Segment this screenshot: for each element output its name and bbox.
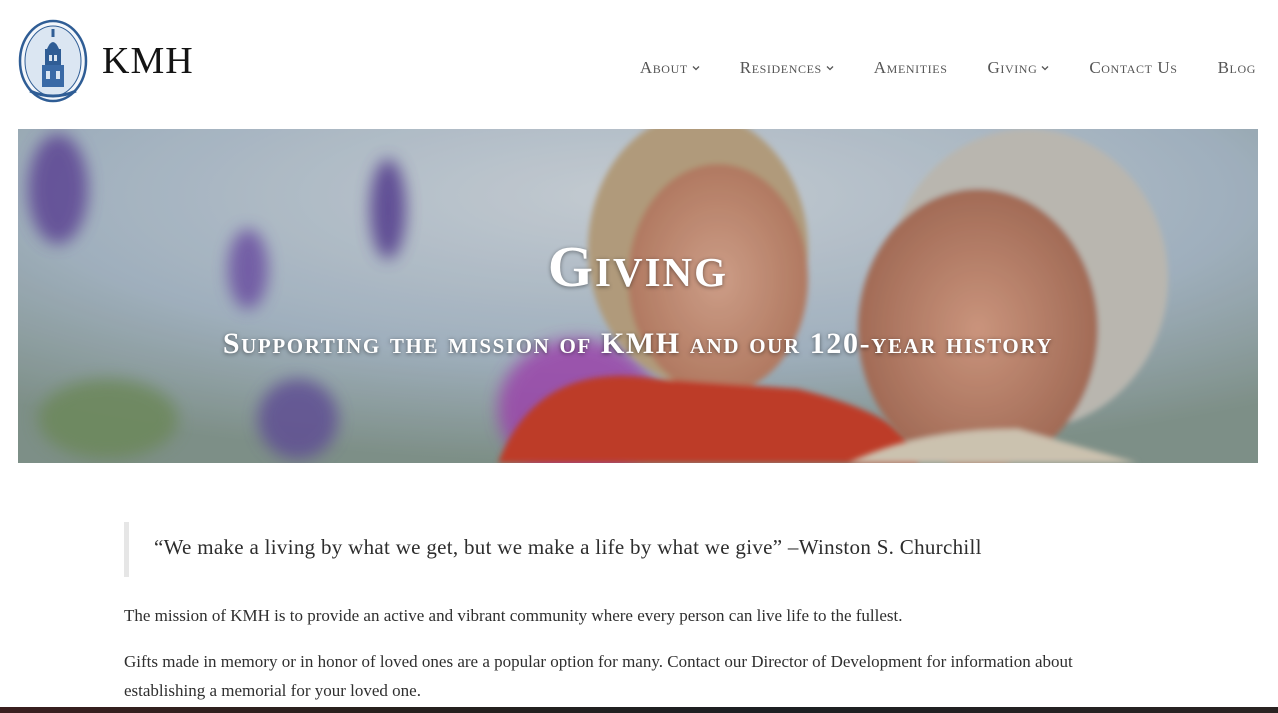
site-header: KMH About Residences Amenities Giving Co…: [0, 0, 1278, 129]
memorial-paragraph: Gifts made in memory or in honor of love…: [124, 652, 1073, 700]
nav-item-blog[interactable]: Blog: [1218, 58, 1256, 78]
chevron-down-icon: [1041, 66, 1049, 71]
chevron-down-icon: [826, 66, 834, 71]
nav-item-contact-us[interactable]: Contact Us: [1089, 58, 1177, 78]
nav-item-residences[interactable]: Residences: [740, 58, 834, 78]
page-subtitle: Supporting the mission of KMH and our 12…: [222, 327, 1054, 360]
chevron-down-icon: [692, 66, 700, 71]
nav-label: Giving: [987, 58, 1038, 77]
nav-label: Contact Us: [1089, 58, 1178, 77]
nav-label: About: [639, 58, 688, 77]
main-nav: About Residences Amenities Giving Contac…: [640, 58, 1256, 78]
main-content: “We make a living by what we get, but we…: [124, 522, 1154, 705]
hero-banner: Giving Supporting the mission of KMH and…: [18, 129, 1258, 463]
nav-label: Blog: [1217, 58, 1256, 77]
nav-label: Amenities: [873, 58, 948, 77]
nav-label: Residences: [739, 58, 822, 77]
next-section-edge: [0, 707, 1278, 713]
nav-item-amenities[interactable]: Amenities: [874, 58, 948, 78]
churchill-quote: “We make a living by what we get, but we…: [124, 522, 1154, 577]
brand-name: KMH: [102, 40, 194, 82]
nav-item-giving[interactable]: Giving: [987, 58, 1049, 78]
nav-item-about[interactable]: About: [640, 58, 700, 78]
logo-link[interactable]: KMH: [18, 19, 194, 103]
tower-seal-icon: [18, 19, 88, 103]
mission-paragraph: The mission of KMH is to provide an acti…: [124, 606, 903, 625]
page-title: Giving: [547, 234, 729, 299]
